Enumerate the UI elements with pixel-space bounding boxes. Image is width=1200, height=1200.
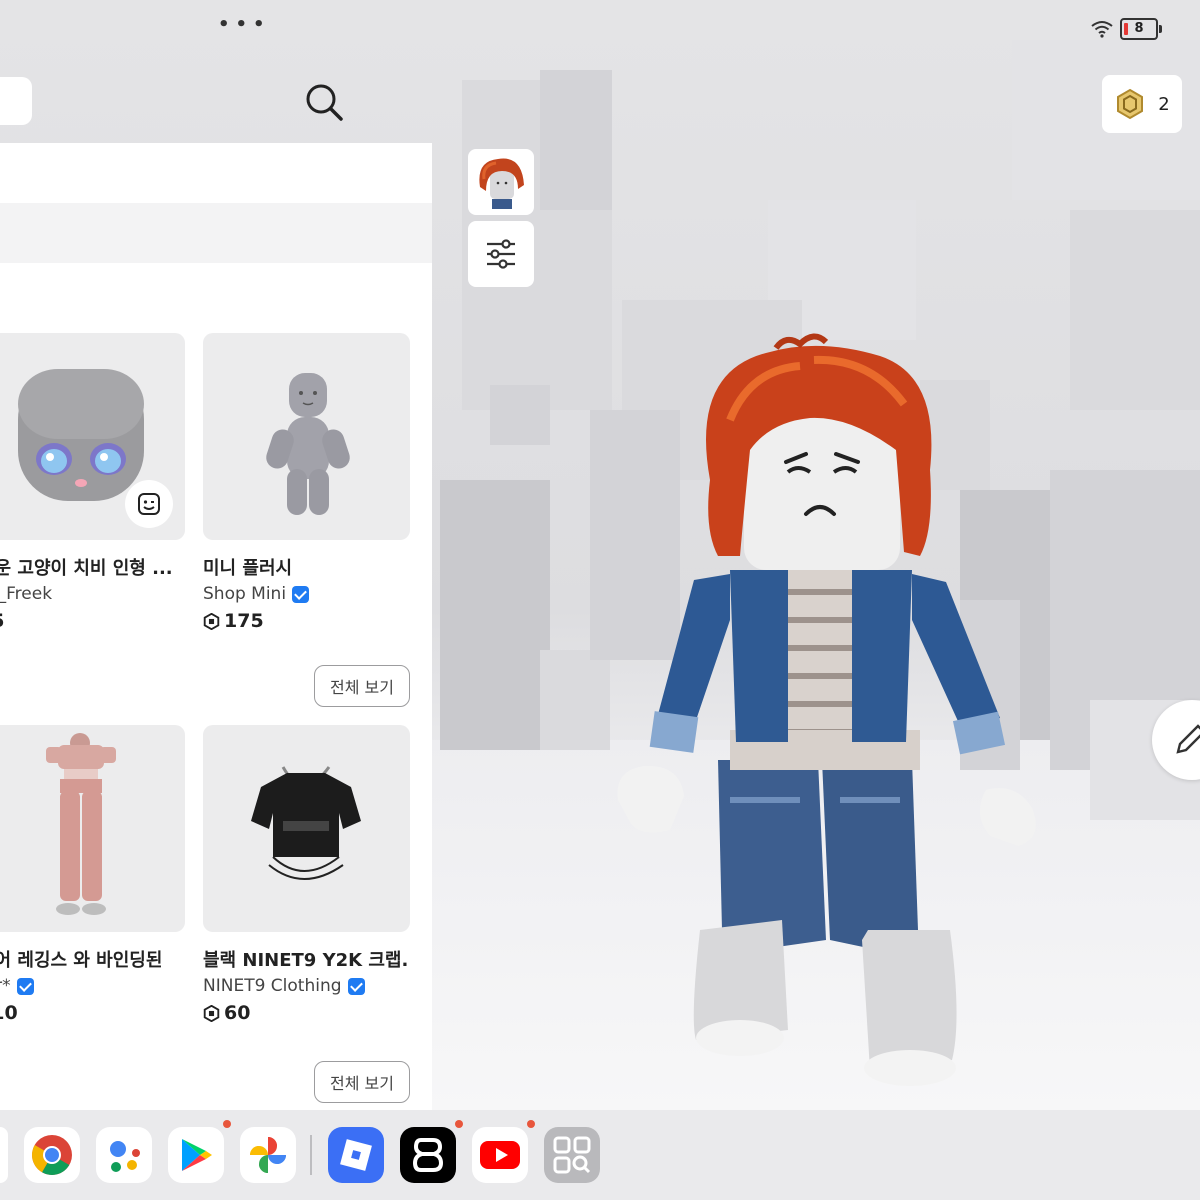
item-title[interactable]: 미니 플러시 [203,554,410,580]
catalog-subheader [0,203,432,263]
catalog-item-card[interactable]: 미니 플러시 Shop Mini 175 [203,333,410,632]
chrome-icon[interactable] [24,1127,80,1183]
item-creator[interactable]: ko_Freek [0,584,185,604]
app-drawer-icon[interactable] [544,1127,600,1183]
see-all-button[interactable]: 전체 보기 [314,1061,410,1103]
creator-name[interactable]: ko_Freek [0,584,52,604]
item-creator[interactable]: NINET9 Clothing [203,976,410,996]
wifi-icon [1091,21,1113,38]
scene-cube [490,385,550,445]
see-all-button[interactable]: 전체 보기 [314,665,410,707]
price-value: 110 [0,1002,18,1024]
notification-dot [455,1120,463,1128]
price-value: 175 [224,610,264,632]
dock-separator [310,1135,312,1175]
item-thumbnail[interactable] [0,725,185,932]
item-price: 175 [203,610,410,632]
item-creator[interactable]: Shop Mini [203,584,410,604]
google-assistant-icon[interactable] [96,1127,152,1183]
creator-name[interactable]: tar* [0,976,11,996]
item-thumbnail[interactable] [203,725,410,932]
robux-icon [203,612,220,630]
notification-dot [223,1120,231,1128]
scene-cube [540,70,612,210]
price-value: 60 [224,1002,251,1024]
more-dots-icon[interactable]: ••• [218,14,271,35]
sliders-icon [487,239,515,269]
play-store-icon[interactable] [168,1120,231,1183]
item-title[interactable]: 여운 고양이 치비 인형 ... [0,554,185,580]
item-thumbnail[interactable] [203,333,410,540]
scene-cube [1070,210,1200,410]
catalog-item-card[interactable]: 레어 레깅스 와 바인딩된 tar* 110 [0,725,185,1024]
robux-amount: 2 [1158,93,1170,115]
status-bar: 8 [1090,18,1162,40]
item-creator[interactable]: tar* [0,976,185,996]
youtube-icon[interactable] [472,1120,535,1183]
verified-badge-icon [292,585,310,603]
catalog-item-card[interactable]: 블랙 NINET9 Y2K 크랩... NINET9 Clothing 60 [203,725,410,1024]
verified-badge-icon [16,977,34,995]
avatar-character[interactable] [600,330,1080,1100]
search-icon[interactable] [302,80,346,124]
roblox-icon[interactable] [328,1127,384,1183]
catalog-panel[interactable]: 여운 고양이 치비 인형 ... ko_Freek 75 미니 플러시 Shop… [0,143,432,1110]
verified-badge-icon [347,977,365,995]
search-bar[interactable] [0,77,32,125]
catalog-item-card[interactable]: 여운 고양이 치비 인형 ... ko_Freek 75 [0,333,185,632]
item-price: 75 [0,610,185,632]
battery-indicator: 8 [1120,18,1162,40]
creator-name[interactable]: NINET9 Clothing [203,976,342,996]
pencil-icon [1176,724,1200,754]
battery-level: 8 [1134,21,1144,36]
item-title[interactable]: 레어 레깅스 와 바인딩된 [0,946,185,972]
avatar-thumbnail [479,158,524,209]
item-thumbnail[interactable] [0,333,185,540]
avatar-thumbnail-button[interactable] [468,149,534,215]
robux-balance[interactable]: 2 [1102,75,1182,133]
mini-plush-image [266,373,350,515]
pink-leggings-outfit-image [46,733,116,915]
filter-button[interactable] [468,221,534,287]
item-title[interactable]: 블랙 NINET9 Y2K 크랩... [203,946,410,972]
notification-dot [527,1120,535,1128]
app-8-icon[interactable] [400,1120,463,1183]
robux-icon [1117,88,1144,120]
scene-cube [440,480,550,750]
robux-icon [203,1004,220,1022]
black-crop-top-image [251,766,361,880]
creator-name[interactable]: Shop Mini [203,584,286,604]
item-price: 60 [203,1002,410,1024]
face-emote-icon[interactable] [125,480,173,528]
dock-app-partial[interactable] [0,1127,8,1183]
google-photos-icon[interactable] [240,1127,296,1183]
price-value: 75 [0,610,4,632]
item-price: 110 [0,1002,185,1024]
